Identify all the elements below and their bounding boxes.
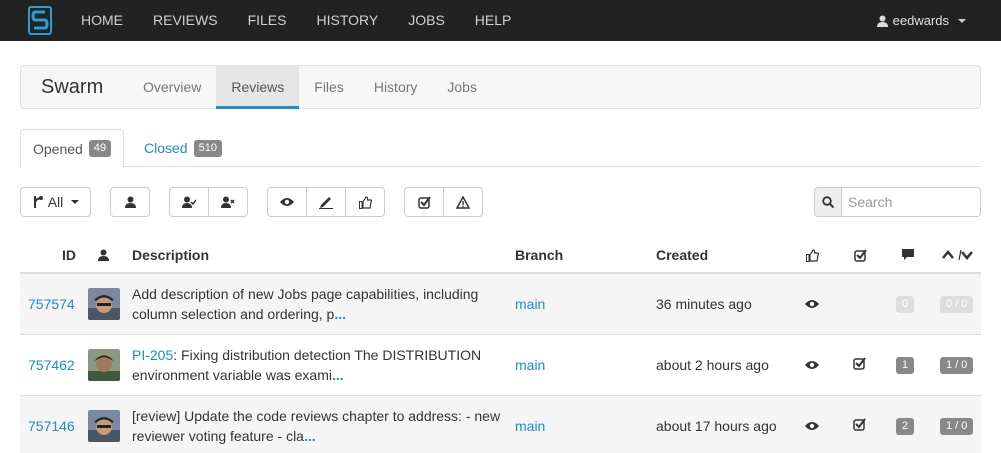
branch-filter-label: All: [47, 194, 64, 210]
opened-count-badge: 49: [88, 140, 112, 157]
more-link[interactable]: ...: [332, 367, 344, 383]
avatar[interactable]: [88, 288, 120, 320]
tab-closed[interactable]: Closed 510: [132, 129, 234, 167]
tab-files[interactable]: Files: [299, 66, 359, 108]
nav-files[interactable]: FILES: [233, 0, 302, 41]
avatar[interactable]: [88, 349, 120, 381]
branch-link[interactable]: main: [515, 335, 545, 396]
tab-history[interactable]: History: [359, 66, 433, 108]
checkbox-checked-icon: [853, 357, 866, 373]
user-icon: [124, 196, 136, 208]
created-time: about 2 hours ago: [656, 357, 769, 373]
vote-count-badge[interactable]: 1 / 0: [940, 418, 974, 435]
filter-author-button[interactable]: [110, 187, 150, 217]
table-row[interactable]: 757574 Add description of new Jobs page …: [20, 274, 981, 335]
checkbox-checked-icon: [853, 418, 866, 434]
review-state-tabs: Opened 49 Closed 510: [20, 129, 981, 168]
closed-count-badge: 510: [193, 139, 222, 157]
table-row[interactable]: 757462 PI-205: Fixing distribution detec…: [20, 335, 981, 396]
review-id-link[interactable]: 757462: [28, 335, 75, 396]
thumbs-up-icon: [806, 249, 820, 263]
branch-link[interactable]: main: [515, 396, 545, 453]
tab-reviews[interactable]: Reviews: [216, 66, 300, 109]
chevron-down-icon: [71, 200, 80, 204]
more-link[interactable]: ...: [304, 428, 316, 444]
eye-icon: [805, 296, 819, 312]
swarm-logo-icon[interactable]: [28, 6, 52, 35]
filter-has-reviewers-button[interactable]: [169, 187, 209, 217]
tab-closed-label: Closed: [144, 140, 188, 156]
column-branch[interactable]: Branch: [515, 236, 563, 274]
filter-tests-pass-button[interactable]: [404, 187, 444, 217]
eye-icon: [805, 357, 819, 373]
description-text: [review] Update the code reviews chapter…: [132, 408, 501, 444]
table-row[interactable]: 757146 [review] Update the code reviews …: [20, 396, 981, 453]
reviews-table: ID Description Branch Created 757574 Add…: [20, 236, 981, 453]
nav-reviews[interactable]: REVIEWS: [138, 0, 233, 41]
username: eedwards: [892, 13, 949, 28]
description-text: Add description of new Jobs page capabil…: [132, 286, 479, 322]
thumbs-up-icon: [358, 195, 372, 209]
more-link[interactable]: ...: [334, 306, 346, 322]
column-description[interactable]: Description: [132, 236, 209, 274]
created-time: about 17 hours ago: [656, 418, 777, 434]
eye-icon: [280, 198, 294, 206]
search-icon[interactable]: [814, 187, 842, 217]
project-tabs: Overview Reviews Files History Jobs: [128, 66, 492, 109]
tab-jobs[interactable]: Jobs: [432, 66, 492, 108]
review-description: Add description of new Jobs page capabil…: [132, 284, 502, 324]
vote-count-badge[interactable]: 0 / 0: [940, 296, 974, 313]
comment-count-badge[interactable]: 1: [896, 357, 915, 374]
eye-icon: [805, 418, 819, 434]
review-id-link[interactable]: 757574: [28, 274, 75, 335]
tab-opened-label: Opened: [33, 140, 83, 157]
checkbox-checked-icon: [854, 249, 867, 263]
search-input[interactable]: [842, 187, 981, 217]
nav-help[interactable]: HELP: [460, 0, 527, 41]
user-check-icon: [182, 196, 196, 208]
main-nav: HOME REVIEWS FILES HISTORY JOBS HELP: [66, 0, 526, 41]
warning-icon: [456, 195, 470, 209]
branch-filter-dropdown[interactable]: All: [20, 187, 91, 217]
review-id-link[interactable]: 757146: [28, 396, 75, 453]
column-id[interactable]: ID: [62, 236, 76, 274]
vote-up-down-icon: [942, 249, 973, 262]
tab-overview[interactable]: Overview: [128, 66, 216, 108]
comment-count-badge[interactable]: 0: [896, 296, 915, 313]
nav-home[interactable]: HOME: [66, 0, 138, 41]
review-description: [review] Update the code reviews chapter…: [132, 406, 502, 446]
user-remove-icon: [221, 196, 235, 208]
comment-icon: [902, 249, 914, 262]
column-created[interactable]: Created: [656, 236, 708, 274]
filter-approved-button[interactable]: [345, 187, 385, 217]
filter-needs-revision-button[interactable]: [306, 187, 346, 217]
project-name[interactable]: Swarm: [41, 66, 103, 108]
job-link[interactable]: PI-205: [132, 347, 173, 363]
project-navbar: Swarm Overview Reviews Files History Job…: [20, 65, 981, 109]
checkbox-checked-icon: [417, 195, 431, 209]
filter-needs-review-button[interactable]: [267, 187, 307, 217]
nav-jobs[interactable]: JOBS: [393, 0, 460, 41]
chevron-down-icon: [958, 18, 966, 23]
filter-no-reviewers-button[interactable]: [208, 187, 248, 217]
avatar[interactable]: [88, 410, 120, 442]
review-description: PI-205: Fixing distribution detection Th…: [132, 345, 502, 385]
comment-count-badge[interactable]: 2: [896, 418, 915, 435]
user-icon: [876, 15, 888, 27]
author-column-icon: [98, 249, 109, 262]
description-text: : Fixing distribution detection The DIST…: [132, 347, 482, 383]
tab-opened[interactable]: Opened 49: [20, 129, 125, 168]
top-navbar: HOME REVIEWS FILES HISTORY JOBS HELP eed…: [0, 0, 1001, 41]
branch-link[interactable]: main: [515, 274, 545, 335]
vote-count-badge[interactable]: 1 / 0: [940, 357, 974, 374]
pencil-icon: [319, 197, 333, 209]
created-time: 36 minutes ago: [656, 296, 752, 312]
table-header: ID Description Branch Created: [20, 236, 981, 274]
user-menu[interactable]: eedwards: [876, 0, 966, 41]
search-box: [814, 187, 981, 217]
nav-history[interactable]: HISTORY: [301, 0, 393, 41]
branch-icon: [33, 196, 43, 208]
filter-tests-fail-button[interactable]: [443, 187, 483, 217]
